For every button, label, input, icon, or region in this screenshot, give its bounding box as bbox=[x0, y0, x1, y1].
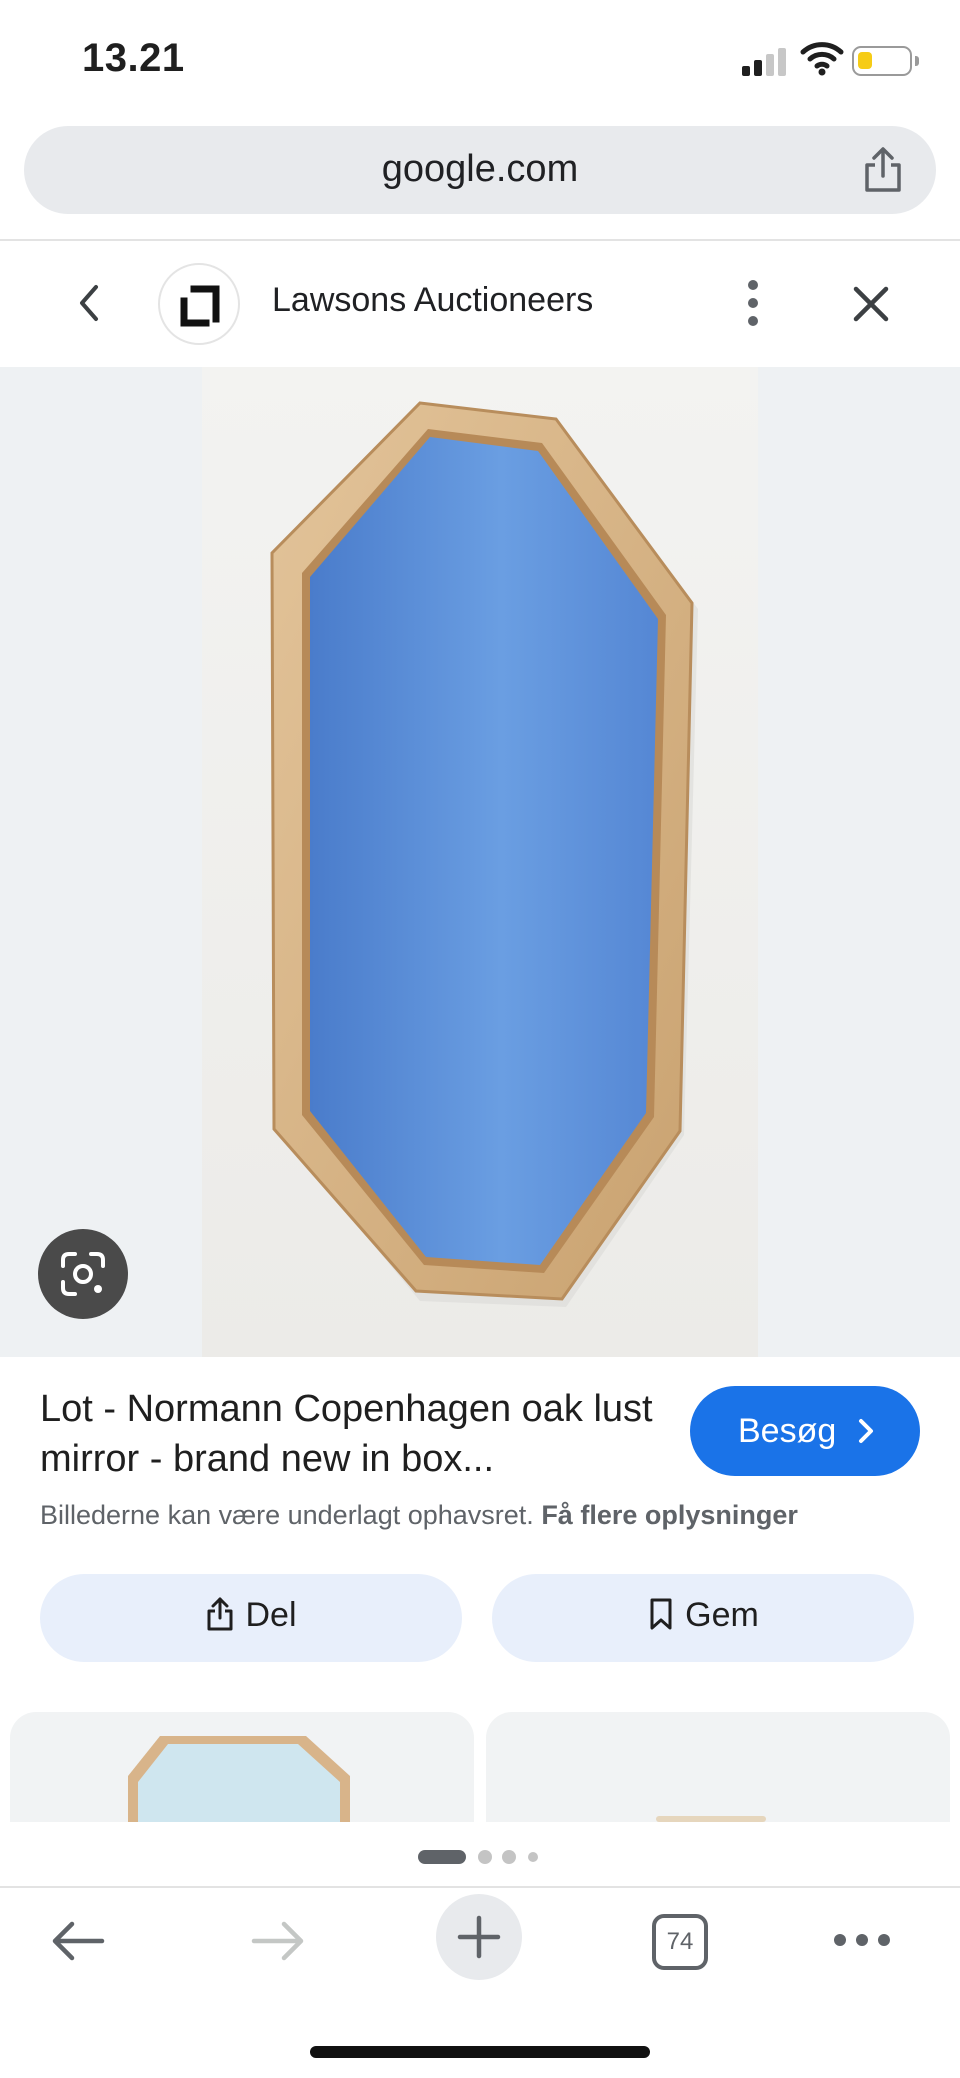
new-tab-button[interactable] bbox=[436, 1894, 522, 1980]
wifi-icon bbox=[800, 40, 844, 76]
copyright-text: Billederne kan være underlagt ophavsret. bbox=[40, 1500, 534, 1530]
site-name[interactable]: Lawsons Auctioneers bbox=[272, 281, 593, 320]
home-indicator bbox=[310, 2046, 650, 2058]
site-logo-icon bbox=[158, 263, 240, 345]
bookmark-icon bbox=[650, 1598, 672, 1630]
url-text[interactable]: google.com bbox=[24, 148, 936, 191]
visit-button[interactable]: Besøg bbox=[690, 1386, 920, 1476]
save-button[interactable]: Gem bbox=[492, 1574, 914, 1662]
related-image-card[interactable] bbox=[10, 1712, 474, 1822]
plus-icon bbox=[457, 1915, 501, 1959]
bottom-toolbar: 74 bbox=[0, 1888, 960, 1998]
share-button[interactable]: Del bbox=[40, 1574, 462, 1662]
visit-button-label: Besøg bbox=[738, 1412, 837, 1450]
arrow-back-icon[interactable] bbox=[48, 1918, 108, 1969]
battery-icon bbox=[852, 46, 919, 76]
panel-header: Lawsons Auctioneers bbox=[0, 241, 960, 367]
url-bar[interactable]: google.com bbox=[24, 126, 936, 214]
share-icon[interactable] bbox=[860, 146, 906, 194]
close-icon[interactable] bbox=[848, 281, 894, 327]
share-button-label: Del bbox=[245, 1596, 297, 1634]
lens-icon[interactable] bbox=[38, 1229, 128, 1319]
tabs-icon[interactable]: 74 bbox=[652, 1914, 708, 1970]
status-time: 13.21 bbox=[82, 36, 185, 80]
copyright-notice: Billederne kan være underlagt ophavsret.… bbox=[40, 1500, 798, 1531]
page-indicator bbox=[0, 1846, 960, 1866]
save-button-label: Gem bbox=[685, 1596, 759, 1634]
status-bar: 13.21 bbox=[0, 0, 960, 120]
result-title[interactable]: Lot - Normann Copenhagen oak lust mirror… bbox=[40, 1384, 680, 1484]
more-horiz-icon[interactable] bbox=[832, 1928, 892, 1957]
more-vert-icon[interactable] bbox=[738, 275, 768, 331]
chevron-right-icon bbox=[859, 1419, 873, 1443]
arrow-forward-icon[interactable] bbox=[248, 1918, 308, 1969]
signal-icon bbox=[742, 46, 788, 76]
product-image[interactable] bbox=[202, 367, 758, 1357]
related-images bbox=[0, 1712, 960, 1822]
image-viewer bbox=[0, 367, 960, 1357]
related-image-card[interactable] bbox=[486, 1712, 950, 1822]
chevron-left-icon[interactable] bbox=[70, 281, 110, 325]
share-icon bbox=[207, 1597, 233, 1631]
more-info-link[interactable]: Få flere oplysninger bbox=[541, 1500, 798, 1530]
